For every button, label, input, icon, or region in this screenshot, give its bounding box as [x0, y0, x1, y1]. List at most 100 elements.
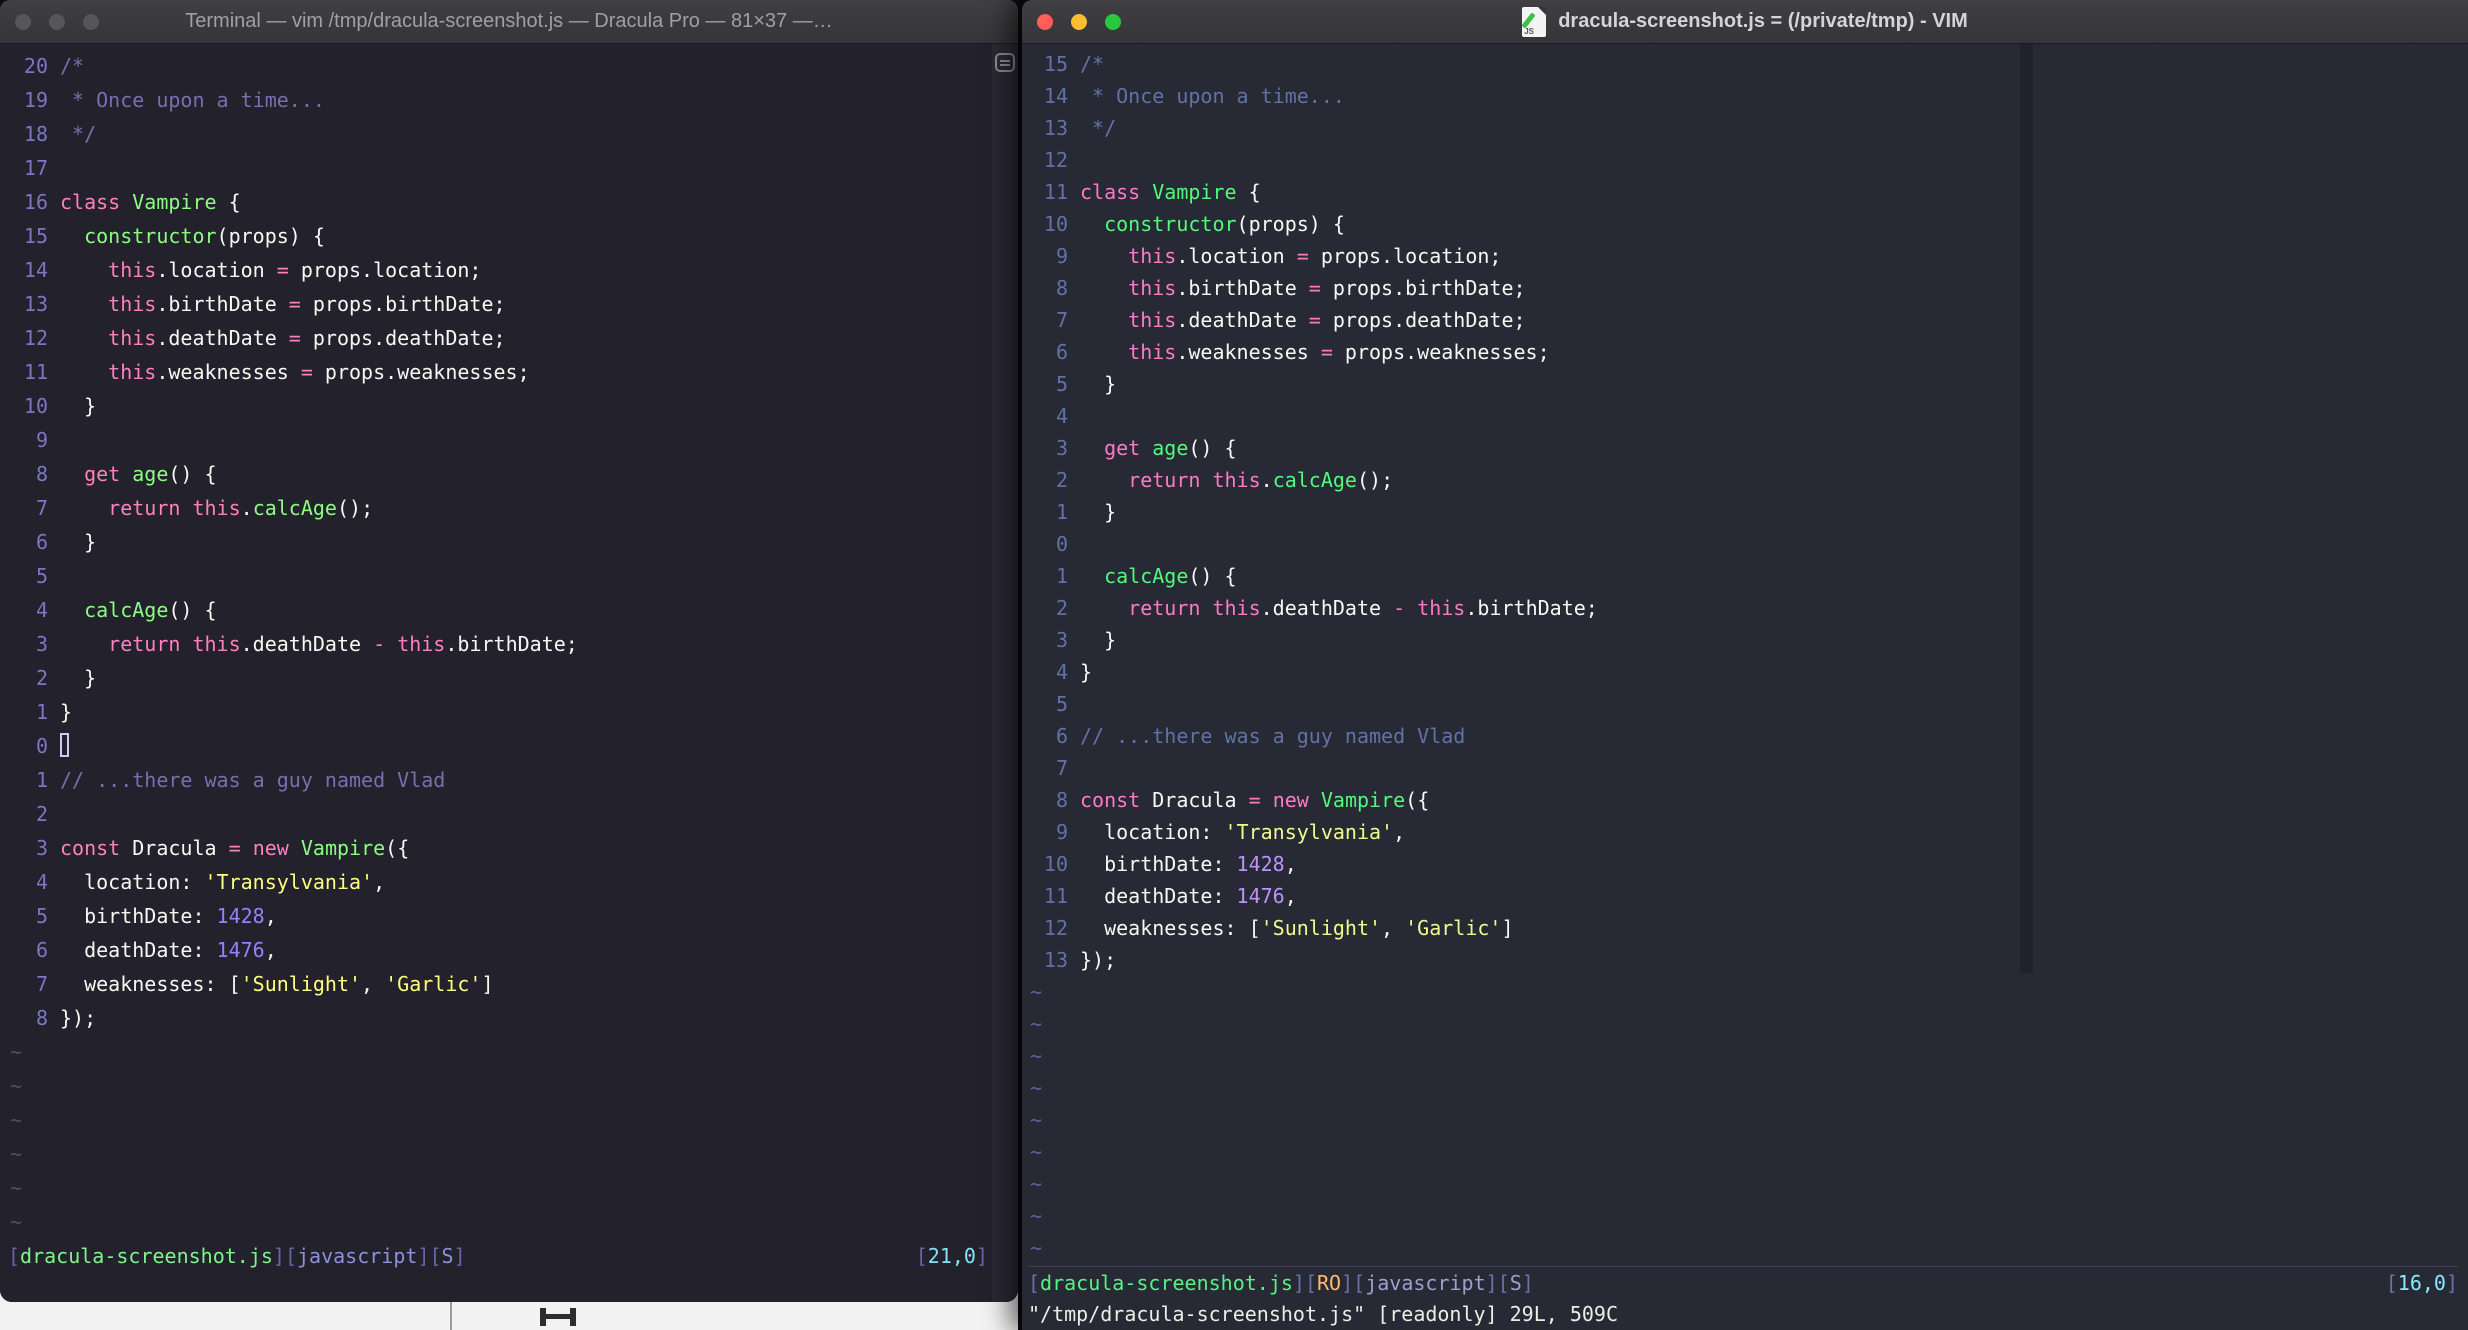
empty-line-tilde: ~: [1030, 1236, 1043, 1260]
line-number: 18: [23, 122, 48, 146]
minimize-button[interactable]: [1071, 14, 1087, 30]
empty-line-tilde: ~: [1030, 1140, 1043, 1164]
line-number: 5: [35, 564, 48, 588]
line-number: 4: [35, 870, 48, 894]
line-number: 4: [35, 598, 48, 622]
terminal-titlebar[interactable]: Terminal — vim /tmp/dracula-screenshot.j…: [0, 0, 1018, 44]
code-line: 7 weaknesses: ['Sunlight', 'Garlic']: [8, 967, 1018, 1001]
code-line: 6 deathDate: 1476,: [8, 933, 1018, 967]
code-line: 2 }: [8, 661, 1018, 695]
line-number: 9: [1055, 820, 1068, 844]
code-line: 4 location: 'Transylvania',: [8, 865, 1018, 899]
vim-command-line: "/tmp/dracula-screenshot.js" [readonly] …: [1028, 1302, 1619, 1326]
page-fold: [1538, 6, 1547, 15]
line-number: 1: [1055, 564, 1068, 588]
code-line: 3 return this.deathDate - this.birthDate…: [8, 627, 1018, 661]
code-line: 13 */: [1028, 112, 2468, 144]
line-number: 14: [1043, 84, 1068, 108]
macvim-title: dracula-screenshot.js = (/private/tmp) -…: [1558, 10, 1968, 32]
macvim-scrollbar-thumb[interactable]: [2020, 44, 2033, 973]
code-line: 3 const Dracula = new Vampire({: [8, 831, 1018, 865]
line-number: 15: [23, 224, 48, 248]
line-number: 10: [1043, 852, 1068, 876]
code-line: 18 */: [8, 117, 1018, 151]
vim-statusline: [dracula-screenshot.js][javascript][S] [2…: [8, 1244, 988, 1268]
line-number: 17: [23, 156, 48, 180]
code-line: 12: [1028, 144, 2468, 176]
minimize-button[interactable]: [49, 14, 65, 30]
line-number: 0: [1055, 532, 1068, 556]
line-number: 12: [23, 326, 48, 350]
line-number: 10: [23, 394, 48, 418]
line-number: 1: [1055, 500, 1068, 524]
code-line: 14 this.location = props.location;: [8, 253, 1018, 287]
line-number: 12: [1043, 916, 1068, 940]
zoom-button[interactable]: [83, 14, 99, 30]
line-number: 6: [1055, 724, 1068, 748]
code-line: 0: [1028, 528, 2468, 560]
line-number: 13: [1043, 948, 1068, 972]
line-number: 13: [23, 292, 48, 316]
empty-line-tilde: ~: [1030, 1172, 1043, 1196]
code-line: 5 birthDate: 1428,: [8, 899, 1018, 933]
terminal-vim-editor[interactable]: 20/* 19 * Once upon a time... 18 */17 16 cla…: [0, 44, 1018, 1302]
line-number: 6: [35, 530, 48, 554]
close-button[interactable]: [1037, 14, 1053, 30]
code-line: 10 }: [8, 389, 1018, 423]
vim-cursor: [60, 732, 69, 757]
code-line: 8 this.birthDate = props.birthDate;: [1028, 272, 2468, 304]
code-line: 1}: [8, 695, 1018, 729]
line-number: 2: [35, 666, 48, 690]
code-line: 8});: [8, 1001, 1018, 1035]
macvim-editor[interactable]: 15/* 14 * Once upon a time... 13 */12 11 cla…: [1022, 44, 2468, 1330]
terminal-traffic-lights: [15, 14, 99, 30]
code-line: 6 }: [8, 525, 1018, 559]
code-line: 15 constructor(props) {: [8, 219, 1018, 253]
line-number: 5: [1055, 692, 1068, 716]
line-number: 15: [1043, 52, 1068, 76]
empty-line-tilde: ~: [10, 1074, 23, 1098]
code-line: 6// ...there was a guy named Vlad: [1028, 720, 2468, 752]
code-line: 5: [1028, 688, 2468, 720]
close-button[interactable]: [15, 14, 31, 30]
empty-line-tilde: ~: [1030, 1204, 1043, 1228]
code-line: 7 this.deathDate = props.deathDate;: [1028, 304, 2468, 336]
terminal-scrollbar[interactable]: [992, 44, 1018, 1302]
terminal-title: Terminal — vim /tmp/dracula-screenshot.j…: [185, 10, 833, 32]
line-number: 6: [1055, 340, 1068, 364]
code-line: 9: [8, 423, 1018, 457]
line-number: 9: [1055, 244, 1068, 268]
line-number: 0: [35, 734, 48, 758]
code-line: 11 this.weaknesses = props.weaknesses;: [8, 355, 1018, 389]
code-line: 12 this.deathDate = props.deathDate;: [8, 321, 1018, 355]
line-number: 7: [35, 496, 48, 520]
line-number: 1: [35, 700, 48, 724]
terminal-window: Terminal — vim /tmp/dracula-screenshot.j…: [0, 0, 1018, 1302]
line-number: 19: [23, 88, 48, 112]
line-number: 7: [35, 972, 48, 996]
macvim-window: JS dracula-screenshot.js = (/private/tmp…: [1022, 0, 2468, 1330]
code-line: 8 const Dracula = new Vampire({: [1028, 784, 2468, 816]
line-number: 1: [35, 768, 48, 792]
code-line: 0: [8, 729, 1018, 763]
code-line: 15/*: [1028, 48, 2468, 80]
code-line: 11 class Vampire {: [1028, 176, 2468, 208]
code-line: 11 deathDate: 1476,: [1028, 880, 2468, 912]
line-number: 13: [1043, 116, 1068, 140]
line-number: 9: [35, 428, 48, 452]
empty-line-tilde: ~: [10, 1176, 23, 1200]
code-line: 1 }: [1028, 496, 2468, 528]
zoom-button[interactable]: [1105, 14, 1121, 30]
line-number: 12: [1043, 148, 1068, 172]
line-number: 4: [1055, 660, 1068, 684]
line-number: 3: [35, 836, 48, 860]
line-number: 3: [1055, 436, 1068, 460]
code-line: 7: [1028, 752, 2468, 784]
code-line: 10 birthDate: 1428,: [1028, 848, 2468, 880]
macvim-titlebar[interactable]: JS dracula-screenshot.js = (/private/tmp…: [1022, 0, 2468, 44]
code-line: 7 return this.calcAge();: [8, 491, 1018, 525]
line-number: 4: [1055, 404, 1068, 428]
line-number: 20: [23, 54, 48, 78]
code-line: 1// ...there was a guy named Vlad: [8, 763, 1018, 797]
line-number: 2: [1055, 468, 1068, 492]
